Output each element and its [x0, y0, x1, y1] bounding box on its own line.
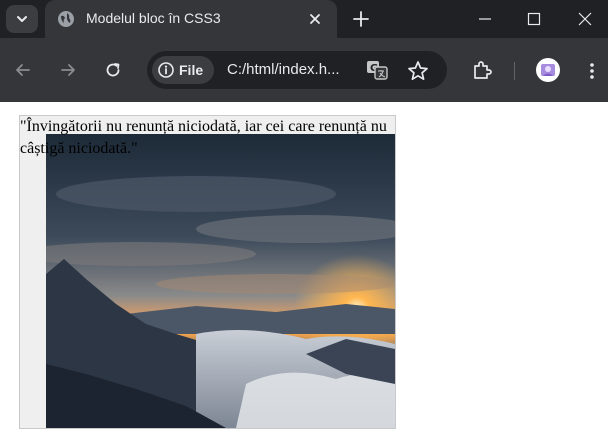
forward-button[interactable]: [56, 58, 80, 82]
close-window-button[interactable]: [562, 0, 608, 38]
arrow-left-icon: [16, 64, 30, 76]
minimize-button[interactable]: [462, 0, 508, 38]
close-tab-icon[interactable]: [307, 11, 323, 27]
new-tab-icon[interactable]: [351, 9, 371, 29]
tab-strip: Modelul bloc în CSS3: [0, 0, 608, 38]
toolbar-divider: [514, 62, 515, 80]
avatar-icon: [541, 64, 555, 76]
close-icon: [578, 12, 592, 26]
bookmark-star-icon[interactable]: [407, 60, 429, 82]
chevron-down-icon: [17, 16, 27, 22]
tab-search-button[interactable]: [6, 5, 38, 33]
active-tab[interactable]: Modelul bloc în CSS3: [45, 0, 337, 38]
back-button[interactable]: [11, 58, 35, 82]
site-chip-label: File: [179, 62, 204, 78]
mountain-sunset-image: [46, 134, 395, 428]
address-bar[interactable]: File C:/html/index.h... G: [147, 51, 447, 89]
translate-icon[interactable]: G: [366, 60, 388, 80]
reload-icon: [106, 63, 120, 77]
info-icon: [158, 62, 174, 78]
content-box: "Învingătorii nu renunță niciodată, iar …: [19, 115, 396, 429]
maximize-button[interactable]: [511, 0, 557, 38]
more-menu-icon[interactable]: [584, 59, 600, 83]
maximize-icon: [527, 12, 541, 26]
browser-toolbar: File C:/html/index.h... G: [0, 38, 608, 102]
globe-icon: [58, 11, 74, 27]
quote-text: "Învingătorii nu renunță niciodată, iar …: [20, 118, 387, 157]
extensions-icon[interactable]: [471, 59, 493, 81]
tab-title: Modelul bloc în CSS3: [86, 10, 221, 26]
reload-button[interactable]: [101, 58, 125, 82]
arrow-right-icon: [61, 64, 75, 76]
minimize-icon: [479, 18, 491, 20]
url-text[interactable]: C:/html/index.h...: [227, 61, 340, 78]
site-info-chip[interactable]: File: [152, 56, 214, 84]
profile-avatar[interactable]: [536, 58, 560, 82]
